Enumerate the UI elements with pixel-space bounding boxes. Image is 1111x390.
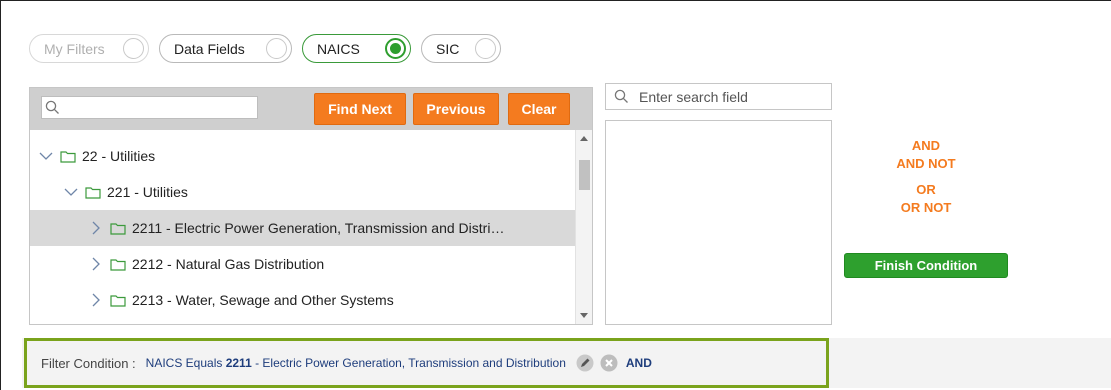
tab-label: Data Fields (174, 40, 245, 57)
condition-description: - Electric Power Generation, Transmissio… (251, 356, 566, 370)
tab-sic[interactable]: SIC (421, 34, 501, 63)
tab-label: NAICS (317, 40, 360, 57)
radio-icon (475, 38, 496, 59)
operator-and-not[interactable]: AND NOT (844, 156, 1008, 171)
tree-node-label: 2212 - Natural Gas Distribution (132, 256, 325, 272)
tree-search-input[interactable] (60, 97, 257, 118)
chevron-right-icon[interactable] (88, 220, 104, 236)
find-next-button[interactable]: Find Next (314, 93, 406, 125)
finish-condition-button[interactable]: Finish Condition (844, 253, 1008, 278)
tree-toolbar: Find Next Previous Clear (30, 88, 592, 130)
field-search-input[interactable] (639, 88, 809, 105)
chevron-down-icon[interactable] (38, 148, 54, 164)
folder-icon (110, 222, 126, 235)
operator-or[interactable]: OR (844, 182, 1008, 197)
field-list[interactable] (605, 120, 832, 325)
tree-search-box (41, 96, 258, 119)
tree-node-label: 2211 - Electric Power Generation, Transm… (132, 220, 505, 236)
chevron-right-icon[interactable] (88, 292, 104, 308)
folder-icon (60, 150, 76, 163)
radio-icon (123, 38, 144, 59)
condition-code: 2211 (225, 356, 252, 370)
scroll-up-icon[interactable] (580, 136, 588, 141)
previous-button[interactable]: Previous (413, 93, 499, 125)
tree-scrollbar[interactable] (575, 130, 592, 324)
filter-condition-text: NAICS Equals 2211 - Electric Power Gener… (146, 356, 566, 370)
folder-icon (85, 186, 101, 199)
chevron-down-icon[interactable] (63, 184, 79, 200)
operator-list: AND AND NOT OR OR NOT (844, 136, 1008, 215)
tree-list: 22 - Utilities 221 - Utilities 2211 - El… (30, 130, 576, 324)
condition-connector[interactable]: AND (626, 356, 652, 370)
tree-node-2212[interactable]: 2212 - Natural Gas Distribution (30, 246, 576, 282)
tree-node-label: 221 - Utilities (107, 184, 188, 200)
condition-prefix: NAICS Equals (145, 356, 226, 370)
search-icon (614, 89, 628, 103)
tab-label: My Filters (44, 40, 105, 57)
tree-node-2211[interactable]: 2211 - Electric Power Generation, Transm… (30, 210, 576, 246)
filter-tabs: My Filters Data Fields NAICS SIC (29, 34, 501, 63)
tab-label: SIC (436, 40, 460, 57)
tab-data-fields[interactable]: Data Fields (159, 34, 292, 63)
operator-or-not[interactable]: OR NOT (844, 200, 1008, 215)
tree-node-label: 2213 - Water, Sewage and Other Systems (132, 292, 394, 308)
scroll-down-icon[interactable] (580, 313, 588, 318)
tab-my-filters[interactable]: My Filters (29, 34, 149, 63)
folder-icon (110, 294, 126, 307)
scroll-thumb[interactable] (579, 160, 590, 190)
folder-icon (110, 258, 126, 271)
chevron-right-icon[interactable] (88, 256, 104, 272)
naics-tree-panel: Find Next Previous Clear 22 - Utilities … (29, 87, 593, 325)
field-search-box (605, 83, 832, 110)
operator-and[interactable]: AND (844, 138, 1008, 153)
filter-condition-label: Filter Condition : (41, 355, 136, 371)
tree-node-22[interactable]: 22 - Utilities (30, 138, 576, 174)
clear-button[interactable]: Clear (508, 93, 570, 125)
radio-icon (266, 38, 287, 59)
tab-naics[interactable]: NAICS (302, 34, 411, 63)
filter-condition-bar: Filter Condition : NAICS Equals 2211 - E… (24, 338, 829, 388)
remove-icon[interactable] (600, 354, 618, 372)
tree-node-2213[interactable]: 2213 - Water, Sewage and Other Systems (30, 282, 576, 318)
tree-node-label: 22 - Utilities (82, 148, 156, 164)
search-icon (45, 100, 59, 114)
tree-node-221[interactable]: 221 - Utilities (30, 174, 576, 210)
radio-checked-icon (385, 38, 406, 59)
edit-icon[interactable] (576, 354, 594, 372)
